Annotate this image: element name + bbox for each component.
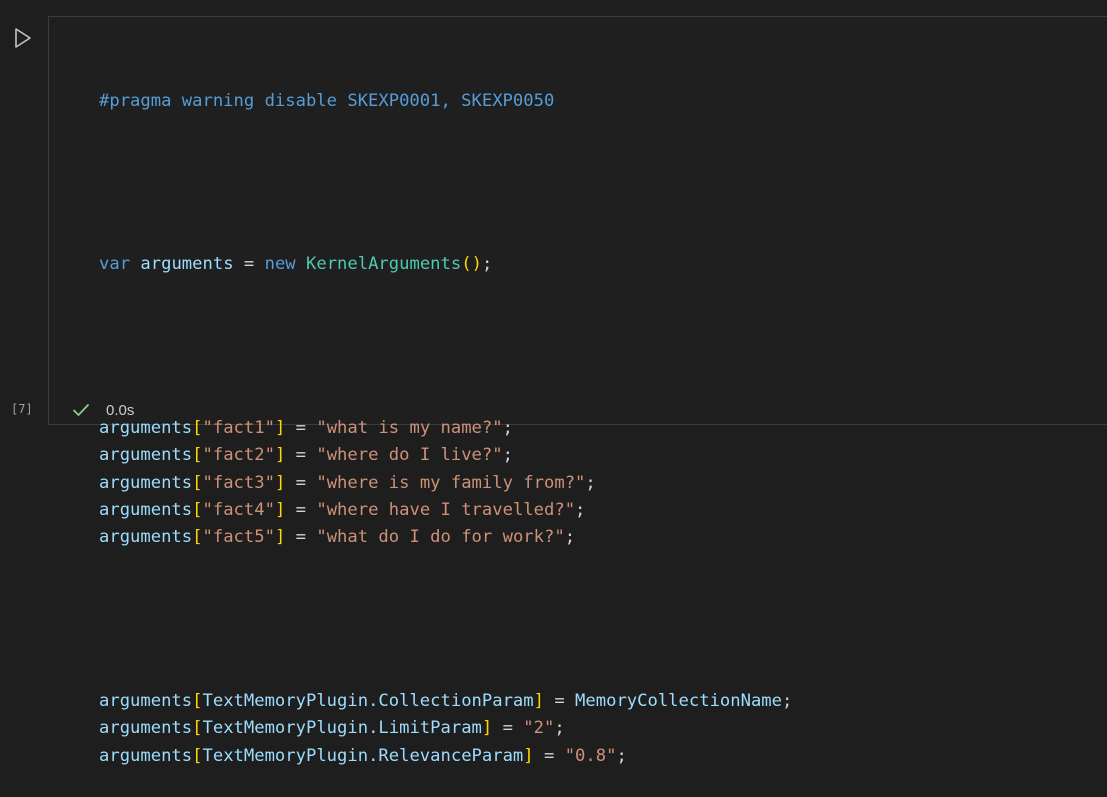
execution-time: 0.0s — [106, 401, 135, 419]
variable: arguments — [99, 445, 193, 466]
string-literal: "where have I travelled?" — [316, 500, 576, 521]
bracket: ) — [471, 254, 482, 275]
bracket: [ — [192, 527, 203, 548]
member-access: TextMemoryPlugin.RelevanceParam — [202, 745, 524, 766]
bracket: ] — [274, 445, 286, 466]
bracket: [ — [192, 745, 203, 766]
bracket: [ — [192, 500, 203, 521]
code-line: #pragma warning disable SKEXP0001, SKEXP… — [99, 88, 792, 115]
variable: arguments — [140, 254, 234, 275]
bracket: ] — [274, 527, 286, 548]
execution-count: [7] — [11, 402, 33, 416]
semicolon: ; — [502, 418, 513, 439]
variable: arguments — [99, 527, 193, 548]
code-line: arguments["fact1"] = "what is my name?"; — [99, 415, 792, 442]
string-literal: "where is my family from?" — [316, 472, 586, 493]
bracket: [ — [192, 691, 203, 712]
semicolon: ; — [782, 691, 793, 712]
bracket: [ — [192, 472, 203, 493]
code-line: arguments[TextMemoryPlugin.CollectionPar… — [99, 688, 792, 715]
keyword: var — [99, 254, 131, 275]
bracket: ] — [274, 418, 286, 439]
variable: arguments — [99, 472, 193, 493]
semicolon: ; — [502, 445, 513, 466]
semicolon: ; — [554, 718, 565, 739]
operator: = — [544, 691, 576, 712]
check-icon — [72, 400, 92, 420]
play-icon — [15, 28, 31, 48]
bracket: [ — [192, 445, 203, 466]
code-line: arguments["fact4"] = "where have I trave… — [99, 497, 792, 524]
code-line: arguments[TextMemoryPlugin.LimitParam] =… — [99, 715, 792, 742]
string-literal: "what do I do for work?" — [316, 527, 565, 548]
semicolon: ; — [564, 527, 576, 548]
string-literal: "fact1" — [202, 418, 275, 439]
variable: arguments — [99, 418, 193, 439]
cell-status: 0.0s — [72, 399, 134, 421]
bracket: [ — [192, 418, 203, 439]
string-literal: "fact5" — [202, 527, 275, 548]
bracket: ] — [274, 500, 286, 521]
code-line: arguments["fact3"] = "where is my family… — [99, 470, 792, 497]
operator: = — [233, 254, 265, 275]
operator: = — [533, 745, 565, 766]
variable: arguments — [99, 691, 193, 712]
bracket: ( — [461, 254, 472, 275]
variable: arguments — [99, 718, 193, 739]
bracket: [ — [192, 718, 203, 739]
string-literal: "fact4" — [202, 500, 275, 521]
semicolon: ; — [481, 254, 493, 275]
code-line: var arguments = new KernelArguments(); — [99, 251, 792, 278]
type-name: KernelArguments — [306, 254, 462, 275]
semicolon: ; — [575, 500, 586, 521]
operator: = — [285, 500, 317, 521]
bracket: ] — [481, 718, 493, 739]
semicolon: ; — [616, 745, 627, 766]
run-cell-button[interactable] — [10, 25, 36, 51]
string-literal: "0.8" — [564, 745, 617, 766]
operator: = — [492, 718, 524, 739]
pragma-directive: #pragma warning disable SKEXP0001, SKEXP… — [99, 90, 555, 111]
string-literal: "fact2" — [202, 445, 275, 466]
bracket: ] — [533, 691, 544, 712]
keyword: new — [264, 254, 296, 275]
bracket: ] — [523, 745, 534, 766]
operator: = — [285, 418, 317, 439]
variable: arguments — [99, 745, 193, 766]
bracket: ] — [274, 472, 286, 493]
semicolon: ; — [585, 472, 596, 493]
variable: arguments — [99, 500, 193, 521]
code-editor[interactable]: #pragma warning disable SKEXP0001, SKEXP… — [99, 33, 792, 797]
code-line: arguments["fact5"] = "what do I do for w… — [99, 524, 792, 551]
operator: = — [285, 527, 317, 548]
member-access: TextMemoryPlugin.LimitParam — [202, 718, 482, 739]
code-line: arguments[TextMemoryPlugin.RelevancePara… — [99, 743, 792, 770]
string-literal: "fact3" — [202, 472, 275, 493]
string-literal: "what is my name?" — [316, 418, 503, 439]
string-literal: "2" — [523, 718, 555, 739]
operator: = — [285, 472, 317, 493]
string-literal: "where do I live?" — [316, 445, 503, 466]
member-access: TextMemoryPlugin.CollectionParam — [202, 691, 534, 712]
code-line: arguments["fact2"] = "where do I live?"; — [99, 442, 792, 469]
variable: MemoryCollectionName — [575, 691, 783, 712]
operator: = — [285, 445, 317, 466]
